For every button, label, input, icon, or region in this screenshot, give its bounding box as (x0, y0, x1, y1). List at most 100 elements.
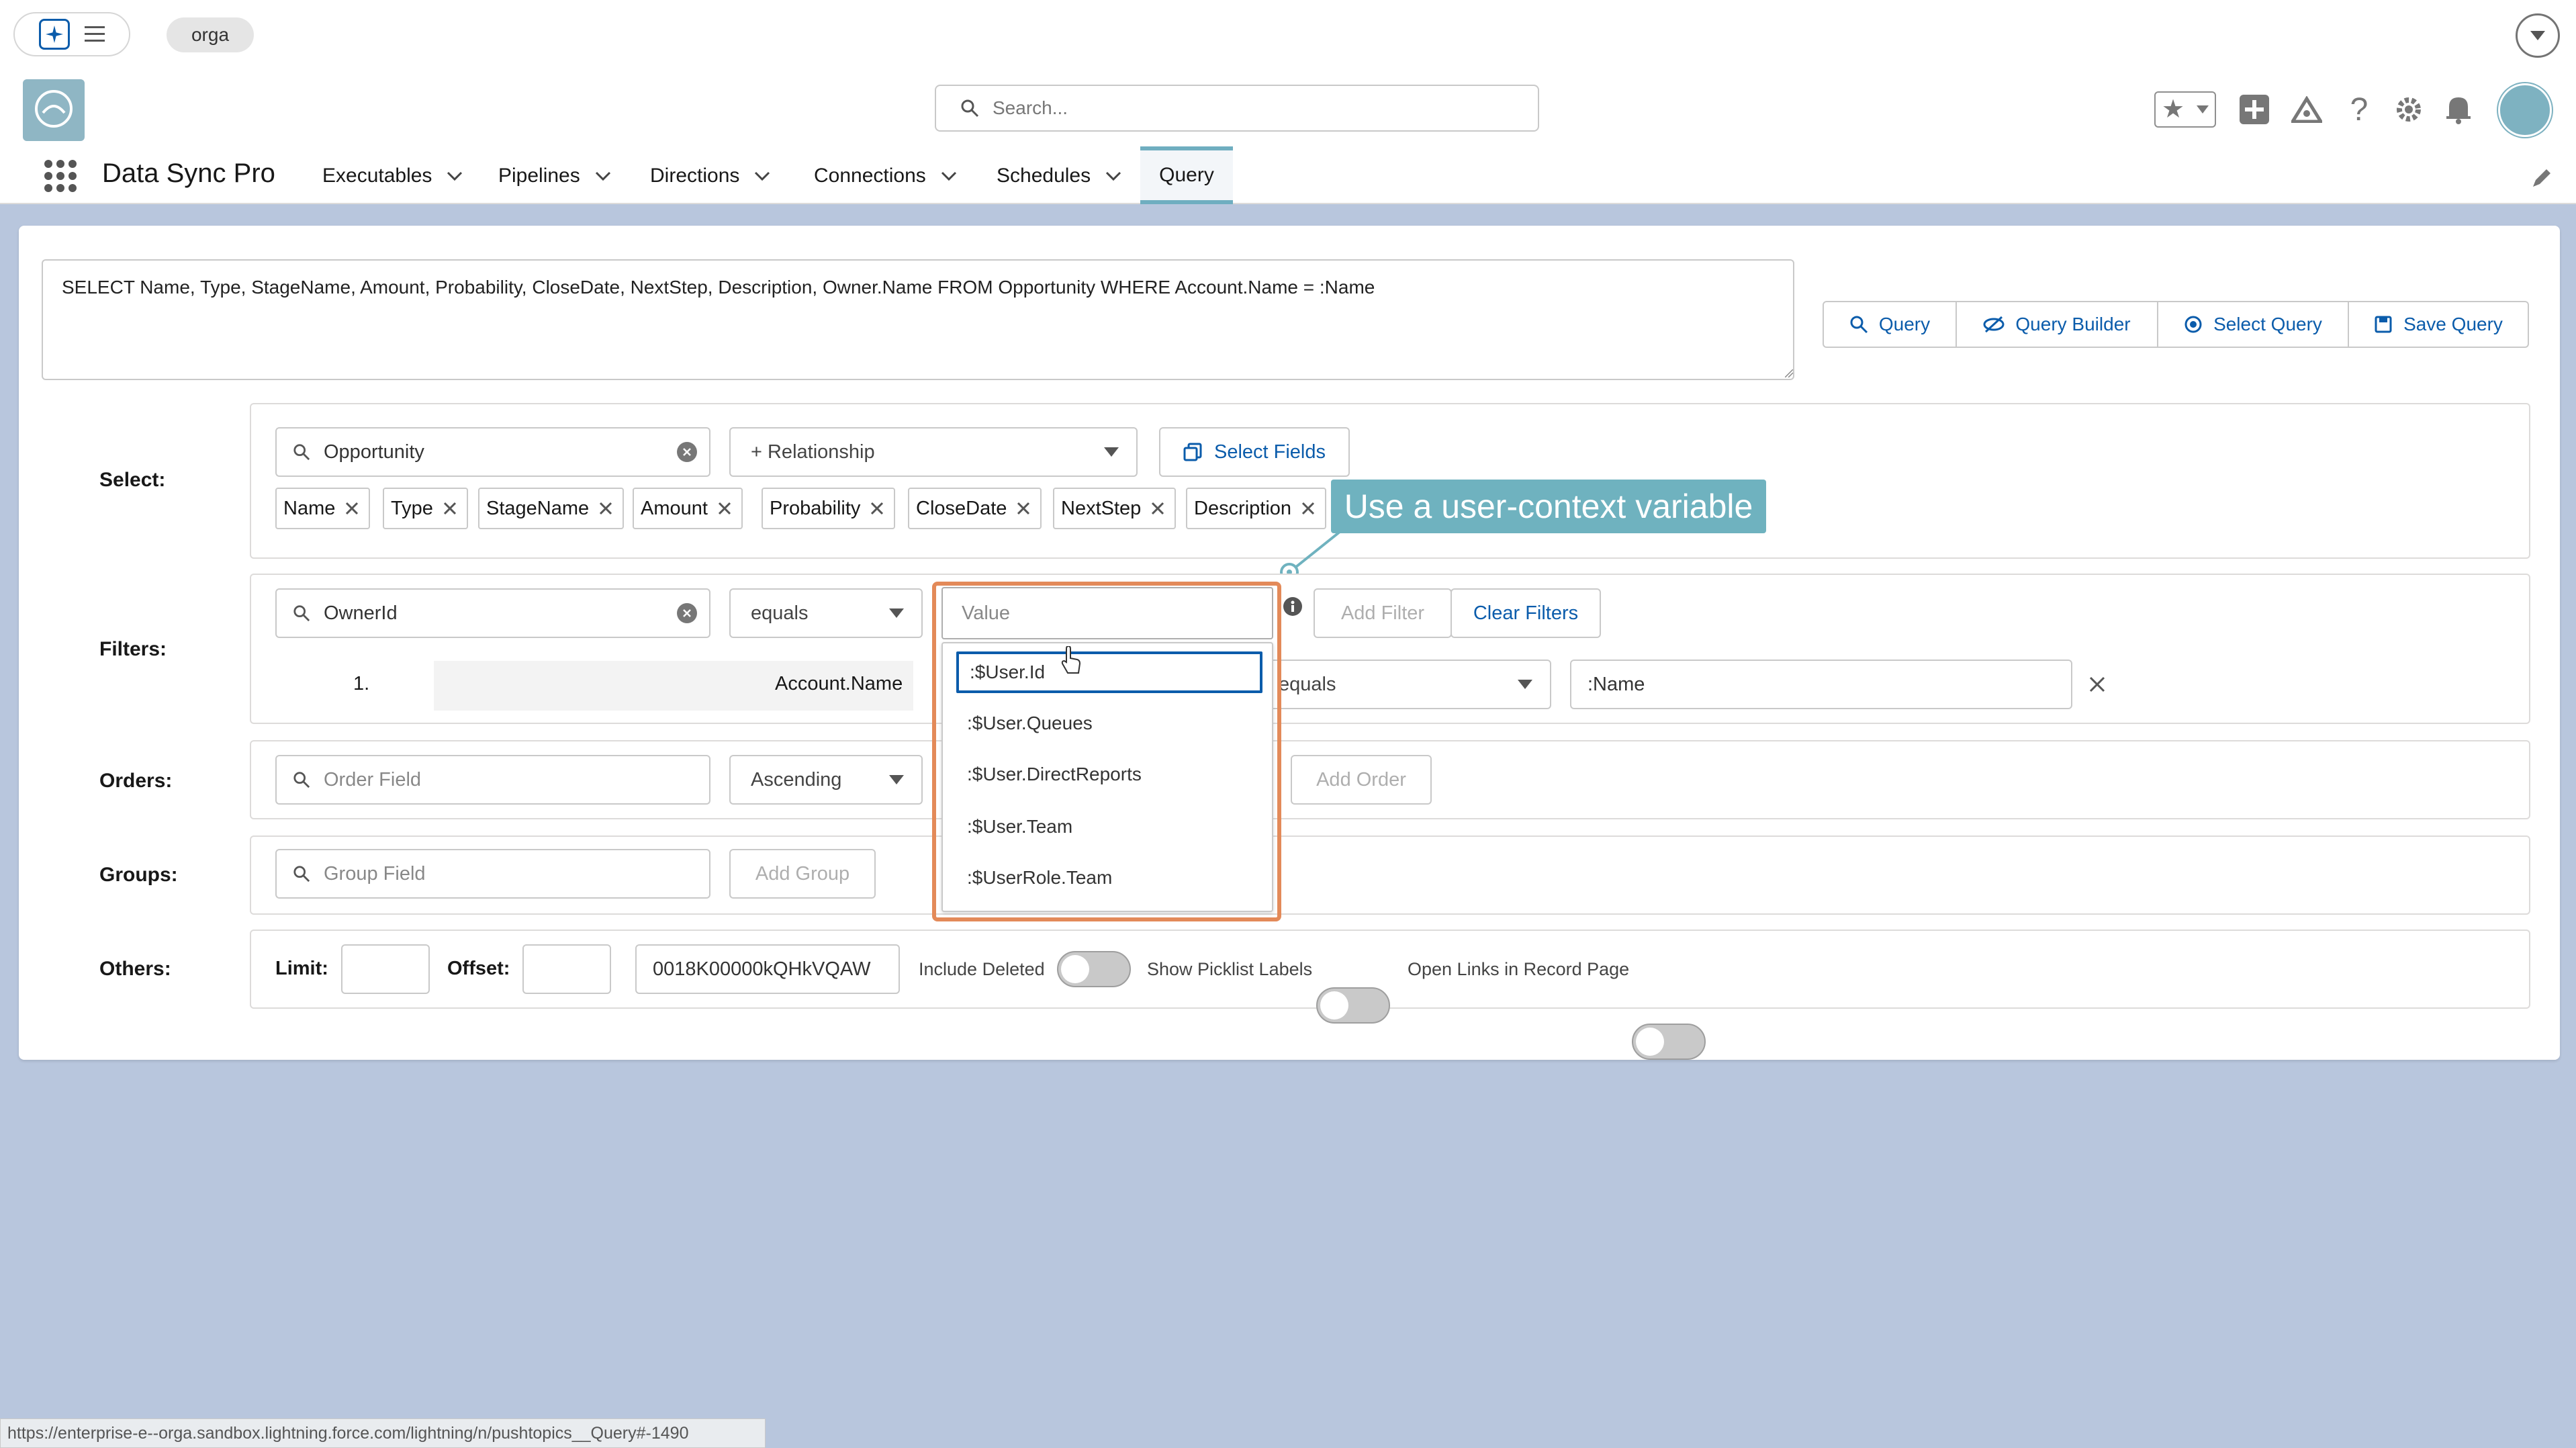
chip-label: CloseDate (916, 497, 1007, 519)
filter-field-value: OwnerId (324, 602, 398, 624)
add-group-button[interactable]: Add Group (729, 849, 876, 899)
add-icon[interactable] (2236, 91, 2272, 128)
app-name: Data Sync Pro (102, 159, 275, 188)
field-chip: Probability (762, 488, 896, 529)
favorites-button[interactable]: ★ (2154, 91, 2216, 128)
chip-label: Probability (770, 497, 861, 519)
add-order-button[interactable]: Add Order (1291, 755, 1432, 805)
nav-label: Directions (650, 165, 740, 187)
caret-down-icon (1104, 447, 1119, 457)
select-fields-button[interactable]: Select Fields (1159, 427, 1350, 477)
remove-filter-icon[interactable] (2088, 676, 2106, 693)
object-search-input[interactable]: Opportunity (275, 427, 710, 477)
group-field-input[interactable]: Group Field (275, 849, 710, 899)
chevron-down-icon[interactable] (1105, 171, 1121, 181)
caret-down-icon (889, 775, 904, 784)
search-placeholder: Search... (993, 97, 1068, 118)
nav-connections[interactable]: Connections (814, 161, 957, 191)
pencil-icon[interactable] (2530, 167, 2553, 189)
nav-label: Pipelines (498, 165, 580, 187)
include-deleted-toggle[interactable] (1057, 951, 1131, 987)
nav-query-tab[interactable]: Query (1140, 146, 1233, 204)
open-links-label: Open Links in Record Page (1408, 959, 1630, 979)
chip-label: Description (1194, 497, 1292, 519)
nav-directions[interactable]: Directions (650, 161, 770, 191)
chevron-down-icon[interactable] (2516, 13, 2560, 58)
save-query-button[interactable]: Save Query (2349, 302, 2528, 347)
query-builder-label: Query Builder (2015, 314, 2131, 334)
close-icon[interactable] (870, 501, 884, 516)
hamburger-icon[interactable] (85, 26, 105, 42)
filter-row-value-input[interactable]: :Name (1570, 660, 2072, 709)
order-direction-value: Ascending (751, 768, 842, 790)
user-avatar[interactable] (2498, 83, 2552, 137)
filter-row-operator-select[interactable]: equals (1262, 660, 1551, 709)
close-icon[interactable] (717, 501, 732, 516)
offset-input[interactable] (522, 944, 611, 994)
close-icon[interactable] (1016, 501, 1031, 516)
option-user-team[interactable]: :$User.Team (956, 806, 1262, 848)
select-query-label: Select Query (2213, 314, 2322, 334)
close-icon[interactable] (1150, 501, 1165, 516)
close-icon[interactable] (344, 501, 359, 516)
org-badge[interactable]: orga (167, 17, 254, 52)
option-user-queues[interactable]: :$User.Queues (956, 703, 1262, 744)
select-query-button[interactable]: Select Query (2158, 302, 2349, 347)
chevron-down-icon[interactable] (754, 171, 770, 181)
query-button-group: Query Query Builder Select Query Save Qu… (1823, 301, 2529, 348)
groups-label: Groups: (99, 864, 178, 886)
clear-icon[interactable] (677, 442, 697, 462)
chevron-down-icon[interactable] (941, 171, 957, 181)
open-links-toggle[interactable] (1632, 1024, 1706, 1060)
filter-field-input[interactable]: OwnerId (275, 588, 710, 638)
offset-label: Offset: (447, 958, 510, 979)
field-chip: Name (275, 488, 371, 529)
others-label: Others: (99, 958, 171, 980)
chevron-down-icon[interactable] (595, 171, 611, 181)
filter-value-input[interactable]: Value (941, 587, 1273, 639)
company-logo (23, 79, 85, 141)
help-icon[interactable]: ? (2341, 91, 2377, 128)
filter-row-value: :Name (1588, 673, 1645, 695)
resize-handle-icon[interactable] (1785, 369, 1793, 377)
clear-icon[interactable] (677, 603, 697, 623)
star-icon[interactable]: ★ (2162, 97, 2184, 122)
app-launcher-pill[interactable] (13, 12, 130, 56)
option-user-id[interactable]: :$User.Id (956, 651, 1262, 693)
gear-icon[interactable] (2391, 91, 2427, 128)
add-filter-button[interactable]: Add Filter (1314, 588, 1452, 638)
target-icon (2184, 316, 2202, 333)
soql-textarea[interactable]: SELECT Name, Type, StageName, Amount, Pr… (42, 259, 1794, 380)
show-picklist-toggle[interactable] (1316, 987, 1390, 1024)
nav-pipelines[interactable]: Pipelines (498, 161, 611, 191)
chevron-down-icon[interactable] (447, 171, 463, 181)
chevron-down-icon[interactable] (2197, 105, 2209, 114)
option-user-directreports[interactable]: :$User.DirectReports (956, 754, 1262, 795)
nav-schedules[interactable]: Schedules (997, 161, 1121, 191)
save-icon (2375, 316, 2392, 333)
close-icon[interactable] (443, 501, 457, 516)
field-chip: Description (1186, 488, 1327, 529)
caret-down-icon (1518, 680, 1532, 689)
nav-executables[interactable]: Executables (322, 161, 463, 191)
clear-filters-button[interactable]: Clear Filters (1451, 588, 1601, 638)
relationship-select[interactable]: + Relationship (729, 427, 1138, 477)
value-options-list: :$User.Id :$User.Queues :$User.DirectRep… (941, 642, 1273, 912)
option-userrole-team[interactable]: :$UserRole.Team (956, 857, 1262, 899)
close-icon[interactable] (1301, 501, 1316, 516)
info-icon[interactable] (1283, 596, 1303, 617)
query-button[interactable]: Query (1824, 302, 1957, 347)
app-launcher-grid-icon[interactable] (43, 159, 78, 193)
bell-icon[interactable] (2440, 91, 2477, 128)
close-icon[interactable] (598, 501, 613, 516)
trailhead-icon[interactable] (2289, 91, 2325, 128)
sparkle-icon[interactable] (39, 19, 70, 50)
order-direction-select[interactable]: Ascending (729, 755, 923, 805)
record-id-input[interactable]: 0018K00000kQHkVQAW (635, 944, 900, 994)
global-search-input[interactable]: Search... (935, 85, 1539, 132)
select-label: Select: (99, 469, 166, 491)
filter-operator-select[interactable]: equals (729, 588, 923, 638)
query-builder-button[interactable]: Query Builder (1957, 302, 2158, 347)
order-field-input[interactable]: Order Field (275, 755, 710, 805)
limit-input[interactable] (341, 944, 430, 994)
